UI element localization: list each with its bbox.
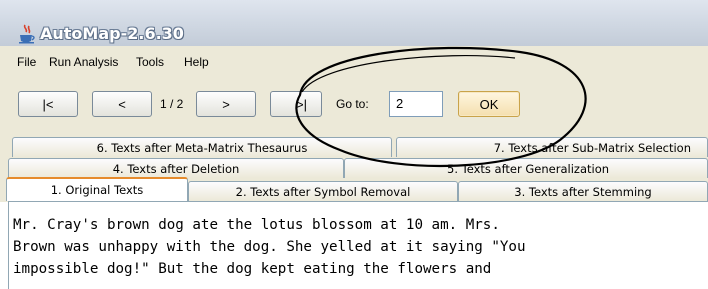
tab-symbol-removal[interactable]: 2. Texts after Symbol Removal <box>188 181 458 201</box>
goto-label: Go to: <box>336 97 369 111</box>
title-bar: AutoMap-2.6.30 <box>0 0 708 46</box>
first-page-button[interactable]: |< <box>18 91 78 117</box>
menu-file[interactable]: File <box>17 55 36 69</box>
window-title: AutoMap-2.6.30 <box>40 24 184 43</box>
ok-button[interactable]: OK <box>458 91 520 117</box>
tab-generalization[interactable]: 5. Texts after Generalization <box>344 158 708 178</box>
next-page-button[interactable]: > <box>196 91 256 117</box>
content-line: impossible dog!" But the dog kept eating… <box>13 261 492 277</box>
menu-help[interactable]: Help <box>184 55 209 69</box>
page-indicator: 1 / 2 <box>160 97 184 111</box>
menu-run-analysis[interactable]: Run Analysis <box>49 55 118 69</box>
text-content-area[interactable]: Mr. Cray's brown dog ate the lotus bloss… <box>8 201 708 289</box>
menu-tools[interactable]: Tools <box>136 55 164 69</box>
java-cup-icon <box>19 24 35 44</box>
tab-original-texts[interactable]: 1. Original Texts <box>6 177 188 201</box>
previous-page-button[interactable]: < <box>92 91 152 117</box>
tab-sub-matrix-selection[interactable]: 7. Texts after Sub-Matrix Selection <box>396 137 708 157</box>
goto-page-input[interactable]: 2 <box>389 91 443 117</box>
last-page-button[interactable]: >| <box>270 91 322 117</box>
menu-bar: File Run Analysis Tools Help <box>0 46 708 80</box>
tab-stemming[interactable]: 3. Texts after Stemming <box>458 181 708 201</box>
tab-meta-matrix-thesaurus[interactable]: 6. Texts after Meta-Matrix Thesaurus <box>12 137 392 157</box>
content-line: Mr. Cray's brown dog ate the lotus bloss… <box>13 217 500 233</box>
tab-deletion[interactable]: 4. Texts after Deletion <box>8 158 344 178</box>
content-line: Brown was unhappy with the dog. She yell… <box>13 239 526 255</box>
